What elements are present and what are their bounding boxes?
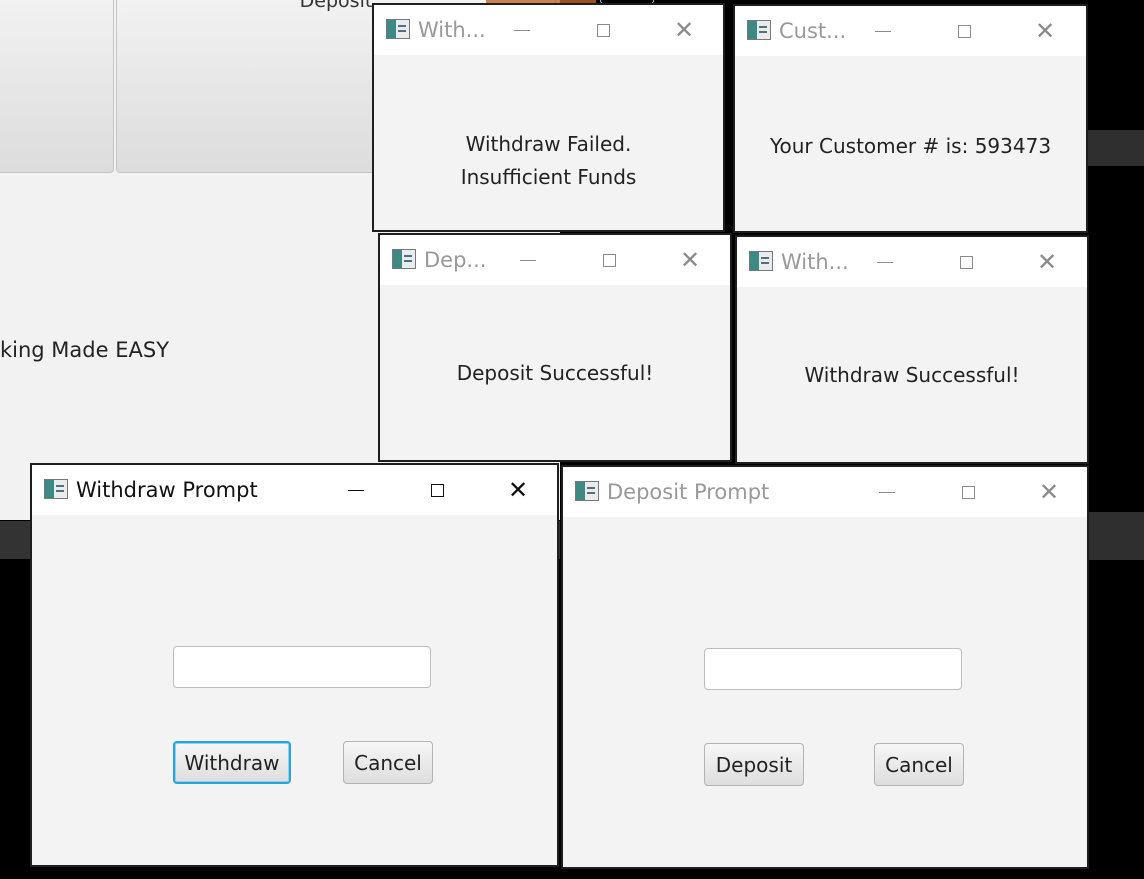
dialog-message: Withdraw Successful! (804, 363, 1020, 387)
java-app-icon (386, 19, 410, 39)
window-title: Withdraw Prompt (76, 478, 258, 502)
minimize-icon[interactable] (870, 249, 900, 275)
window-title: With... (781, 250, 849, 274)
withdraw-prompt-dialog: Withdraw Prompt ✕ Withdraw Cancel (30, 463, 559, 867)
java-app-icon (392, 249, 416, 269)
java-app-icon (749, 251, 773, 271)
window-title: Dep... (424, 248, 487, 272)
deposit-amount-input[interactable] (704, 648, 962, 690)
maximize-icon[interactable] (949, 18, 979, 44)
window-title: With... (418, 18, 486, 42)
main-menu-button-left[interactable] (0, 0, 114, 173)
java-app-icon (44, 479, 68, 499)
customer-number-dialog: Cust... ✕ Your Customer # is: 593473 (733, 4, 1088, 233)
maximize-icon[interactable] (588, 17, 618, 43)
withdraw-success-dialog: With... ✕ Withdraw Successful! (735, 235, 1089, 464)
window-title: Cust... (779, 19, 847, 43)
withdraw-amount-input[interactable] (173, 646, 431, 688)
minimize-icon[interactable] (341, 477, 371, 503)
deposit-prompt-dialog: Deposit Prompt ✕ Deposit Cancel (561, 465, 1089, 869)
withdraw-failed-dialog: With... ✕ Withdraw Failed. Insufficient … (372, 3, 725, 232)
close-icon[interactable]: ✕ (1034, 479, 1064, 505)
title-bar[interactable]: Deposit Prompt ✕ (563, 467, 1087, 517)
close-icon[interactable]: ✕ (1032, 249, 1062, 275)
java-app-icon (747, 20, 771, 40)
message-line-1: Withdraw Failed. (465, 132, 632, 156)
close-icon[interactable]: ✕ (675, 247, 705, 273)
maximize-icon[interactable] (951, 249, 981, 275)
message-line-2: Insufficient Funds (460, 165, 637, 189)
title-bar[interactable]: Cust... ✕ (735, 6, 1086, 56)
window-title: Deposit Prompt (607, 480, 770, 504)
title-bar[interactable]: Withdraw Prompt ✕ (32, 465, 557, 515)
minimize-icon[interactable] (868, 18, 898, 44)
cancel-button[interactable]: Cancel (343, 741, 433, 784)
dialog-message: Withdraw Failed. Insufficient Funds (374, 128, 723, 194)
dialog-message: Your Customer # is: 593473 (769, 134, 1052, 158)
close-icon[interactable]: ✕ (669, 17, 699, 43)
minimize-icon[interactable] (513, 247, 543, 273)
app-tagline: king Made EASY (0, 338, 170, 362)
background-strip (1088, 130, 1144, 166)
close-icon[interactable]: ✕ (503, 477, 533, 503)
maximize-icon[interactable] (594, 247, 624, 273)
close-icon[interactable]: ✕ (1030, 18, 1060, 44)
title-bar[interactable]: With... ✕ (737, 237, 1087, 287)
maximize-icon[interactable] (422, 477, 452, 503)
maximize-icon[interactable] (953, 479, 983, 505)
minimize-icon[interactable] (507, 17, 537, 43)
minimize-icon[interactable] (872, 479, 902, 505)
java-app-icon (575, 481, 599, 501)
deposit-button[interactable]: Deposit (704, 743, 804, 786)
cancel-button[interactable]: Cancel (874, 743, 964, 786)
title-bar[interactable]: With... ✕ (374, 5, 723, 55)
withdraw-button[interactable]: Withdraw (173, 741, 291, 784)
deposit-success-dialog: Dep... ✕ Deposit Successful! (378, 233, 732, 462)
title-bar[interactable]: Dep... ✕ (380, 235, 730, 285)
dialog-message: Deposit Successful! (456, 361, 654, 385)
background-strip (1088, 512, 1144, 560)
